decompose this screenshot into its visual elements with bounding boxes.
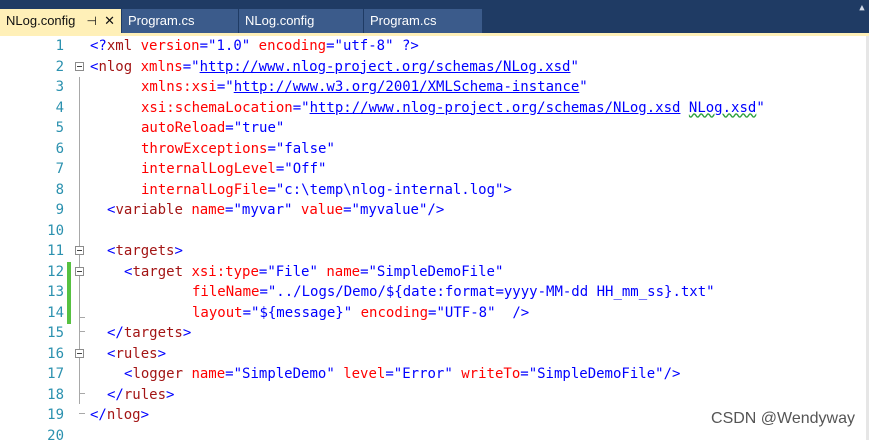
url-link[interactable]: http://www.nlog-project.org/schemas/NLog…: [310, 100, 681, 116]
tab-program-cs-2[interactable]: Program.cs: [364, 9, 482, 33]
tab-nlog-config-active[interactable]: NLog.config ⊣ ✕: [0, 9, 121, 33]
code-line-16[interactable]: 16 <rules>: [0, 344, 869, 365]
line-number: 10: [0, 221, 64, 241]
tab-label: NLog.config: [6, 13, 75, 28]
line-number: 14: [0, 303, 64, 323]
collapse-icon[interactable]: [75, 267, 84, 276]
tab-program-cs[interactable]: Program.cs: [122, 9, 238, 33]
code-editor[interactable]: 1 <?xml version="1.0" encoding="utf-8" ?…: [0, 36, 869, 440]
tab-label: NLog.config: [245, 13, 314, 28]
line-number: 6: [0, 139, 64, 159]
code-line-8[interactable]: 8 internalLogFile="c:\temp\nlog-internal…: [0, 180, 869, 201]
code-text: </targets>: [107, 323, 191, 343]
code-line-12[interactable]: 12 <target xsi:type="File" name="SimpleD…: [0, 262, 869, 283]
code-text: internalLogFile="c:\temp\nlog-internal.l…: [141, 180, 512, 200]
code-text: <?xml version="1.0" encoding="utf-8" ?>: [90, 36, 419, 56]
code-text: <nlog xmlns="http://www.nlog-project.org…: [90, 57, 579, 77]
code-line-6[interactable]: 6 throwExceptions="false": [0, 139, 869, 160]
line-number: 2: [0, 57, 64, 77]
squiggle-value: NLog.xsd: [689, 100, 756, 116]
line-number: 3: [0, 77, 64, 97]
line-number: 5: [0, 118, 64, 138]
line-number: 15: [0, 323, 64, 343]
code-line-10[interactable]: 10: [0, 221, 869, 242]
code-text: fileName="../Logs/Demo/${date:format=yyy…: [192, 282, 715, 302]
code-text: <variable name="myvar" value="myvalue"/>: [107, 200, 444, 220]
code-line-7[interactable]: 7 internalLogLevel="Off": [0, 159, 869, 180]
code-line-11[interactable]: 11 <targets>: [0, 241, 869, 262]
code-text: <target xsi:type="File" name="SimpleDemo…: [124, 262, 503, 282]
code-text: </nlog>: [90, 405, 149, 425]
code-text: throwExceptions="false": [141, 139, 335, 159]
code-line-15[interactable]: 15 </targets>: [0, 323, 869, 344]
collapse-icon[interactable]: [75, 349, 84, 358]
code-line-3[interactable]: 3 xmlns:xsi="http://www.w3.org/2001/XMLS…: [0, 77, 869, 98]
code-text: autoReload="true": [141, 118, 284, 138]
code-line-20[interactable]: 20: [0, 426, 869, 446]
tab-label: Program.cs: [370, 13, 436, 28]
code-text: xmlns:xsi="http://www.w3.org/2001/XMLSch…: [141, 77, 588, 97]
watermark: CSDN @Wendyway: [711, 410, 855, 428]
code-line-4[interactable]: 4 xsi:schemaLocation="http://www.nlog-pr…: [0, 98, 869, 119]
code-line-13[interactable]: 13 fileName="../Logs/Demo/${date:format=…: [0, 282, 869, 303]
code-text: layout="${message}" encoding="UTF-8" />: [192, 303, 529, 323]
tab-label: Program.cs: [128, 13, 194, 28]
url-link[interactable]: http://www.w3.org/2001/XMLSchema-instanc…: [234, 79, 580, 95]
tab-nlog-config[interactable]: NLog.config: [239, 9, 363, 33]
change-marker: [67, 303, 71, 324]
change-marker: [67, 262, 71, 283]
code-line-2[interactable]: 2 <nlog xmlns="http://www.nlog-project.o…: [0, 57, 869, 78]
code-text: xsi:schemaLocation="http://www.nlog-proj…: [141, 98, 765, 118]
code-text: </rules>: [107, 385, 174, 405]
line-number: 4: [0, 98, 64, 118]
code-text: internalLogLevel="Off": [141, 159, 326, 179]
line-number: 7: [0, 159, 64, 179]
code-line-18[interactable]: 18 </rules>: [0, 385, 869, 406]
close-icon[interactable]: ✕: [104, 9, 115, 33]
line-number: 16: [0, 344, 64, 364]
line-number: 1: [0, 36, 64, 56]
line-number: 18: [0, 385, 64, 405]
collapse-icon[interactable]: [75, 246, 84, 255]
line-number: 12: [0, 262, 64, 282]
line-number: 17: [0, 364, 64, 384]
url-link[interactable]: http://www.nlog-project.org/schemas/NLog…: [200, 59, 571, 75]
code-line-9[interactable]: 9 <variable name="myvar" value="myvalue"…: [0, 200, 869, 221]
code-text: <rules>: [107, 344, 166, 364]
change-marker: [67, 282, 71, 303]
line-number: 8: [0, 180, 64, 200]
code-line-5[interactable]: 5 autoReload="true": [0, 118, 869, 139]
code-line-1[interactable]: 1 <?xml version="1.0" encoding="utf-8" ?…: [0, 36, 869, 57]
line-number: 11: [0, 241, 64, 261]
line-number: 9: [0, 200, 64, 220]
code-line-14[interactable]: 14 layout="${message}" encoding="UTF-8" …: [0, 303, 869, 324]
document-tab-bar: NLog.config ⊣ ✕ Program.cs NLog.config P…: [0, 0, 869, 33]
code-text: <logger name="SimpleDemo" level="Error" …: [124, 364, 680, 384]
line-number: 20: [0, 426, 64, 446]
line-number: 13: [0, 282, 64, 302]
line-number: 19: [0, 405, 64, 425]
pin-icon[interactable]: ⊣: [87, 9, 97, 33]
code-text: <targets>: [107, 241, 183, 261]
collapse-icon[interactable]: [75, 62, 84, 71]
tab-scroll-icon[interactable]: ▲: [855, 0, 869, 33]
code-line-17[interactable]: 17 <logger name="SimpleDemo" level="Erro…: [0, 364, 869, 385]
